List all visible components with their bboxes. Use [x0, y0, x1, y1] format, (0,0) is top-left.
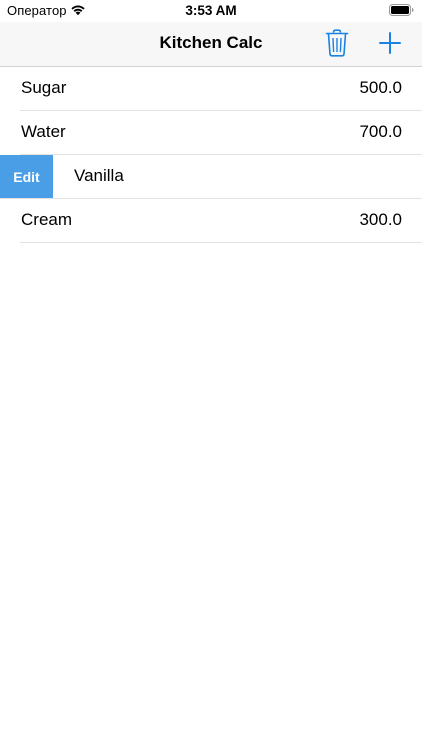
item-value: 300.0	[359, 210, 402, 229]
ingredient-list: Sugar 500.0 Water 700.0 Edit Vanilla Cre…	[0, 67, 422, 243]
item-name: Cream	[21, 210, 73, 229]
list-item[interactable]: Sugar 500.0	[0, 67, 422, 111]
row-separator	[20, 242, 422, 243]
list-item-swiped[interactable]: Edit Vanilla	[0, 155, 422, 199]
trash-button[interactable]	[325, 29, 349, 57]
battery-icon	[389, 4, 414, 16]
add-button[interactable]	[379, 32, 401, 54]
item-name: Water	[21, 122, 66, 141]
status-clock: 3:53 AM	[185, 3, 237, 18]
status-bar: Оператор 3:53 AM	[0, 0, 422, 22]
trash-icon	[325, 29, 349, 57]
item-value: 700.0	[359, 122, 402, 141]
navigation-bar: Kitchen Calc	[0, 22, 422, 67]
item-name: Sugar	[21, 78, 67, 97]
item-value: 500.0	[359, 78, 402, 97]
app-screen: Оператор 3:53 AM Kitchen Calc Sugar 500.…	[0, 0, 422, 750]
nav-title: Kitchen Calc	[159, 33, 263, 52]
plus-icon	[379, 32, 401, 54]
edit-button[interactable]: Edit	[0, 155, 53, 199]
list-item[interactable]: Cream 300.0	[0, 199, 422, 243]
item-name: Vanilla	[74, 166, 124, 185]
list-item[interactable]: Water 700.0	[0, 111, 422, 155]
